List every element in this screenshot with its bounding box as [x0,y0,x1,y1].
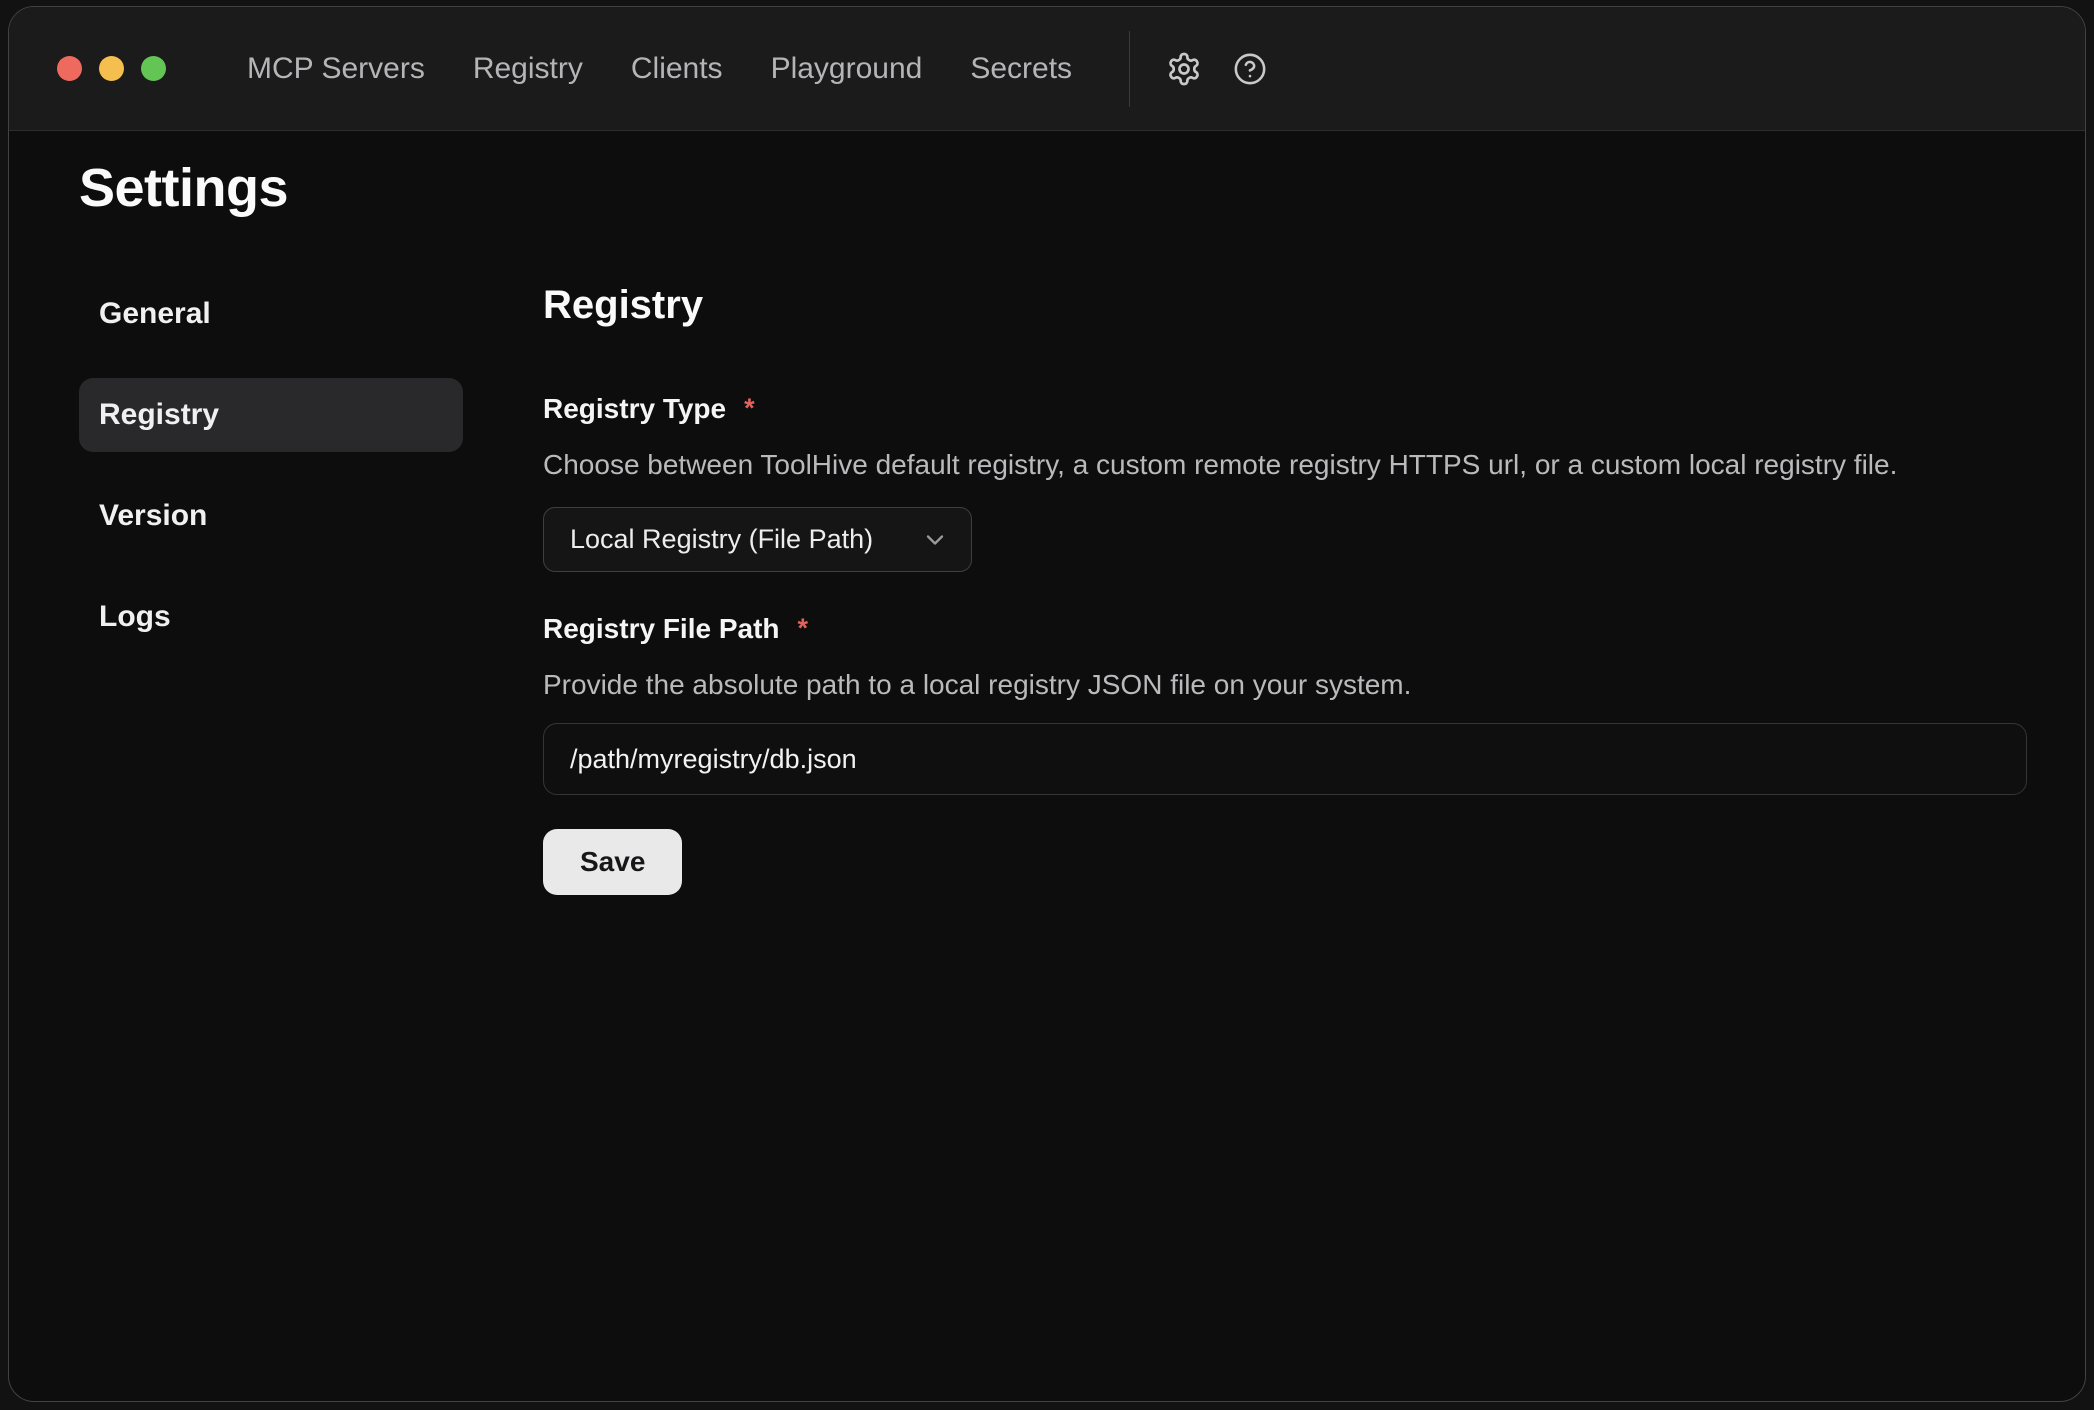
sidebar-item-label: Registry [99,398,219,432]
chevron-down-icon [921,526,949,554]
help-icon[interactable] [1233,52,1267,86]
sidebar-item-version[interactable]: Version [79,479,463,553]
registry-type-select[interactable]: Local Registry (File Path) [543,507,972,572]
top-nav: MCP Servers Registry Clients Playground … [247,54,1072,84]
required-asterisk: * [798,612,809,644]
window-controls [57,56,166,81]
registry-file-path-description: Provide the absolute path to a local reg… [543,668,2027,702]
gear-icon[interactable] [1166,51,1202,87]
registry-type-description: Choose between ToolHive default registry… [543,448,2027,482]
settings-sidebar: General Registry Version Logs [79,277,463,681]
minimize-window-button[interactable] [99,56,124,81]
sidebar-item-logs[interactable]: Logs [79,580,463,654]
settings-page: Settings General Registry Version Logs R… [9,131,2085,1401]
app-window: MCP Servers Registry Clients Playground … [8,6,2086,1402]
sidebar-item-label: Logs [99,600,171,634]
registry-settings-panel: Registry Registry Type * Choose between … [543,277,2027,895]
sidebar-item-label: General [99,297,211,331]
nav-item-clients[interactable]: Clients [631,54,723,84]
sidebar-item-label: Version [99,499,207,533]
nav-item-registry[interactable]: Registry [473,54,583,84]
zoom-window-button[interactable] [141,56,166,81]
registry-type-selected-value: Local Registry (File Path) [570,524,873,555]
title-bar: MCP Servers Registry Clients Playground … [9,7,2085,131]
registry-file-path-input[interactable] [543,723,2027,795]
close-window-button[interactable] [57,56,82,81]
section-heading: Registry [543,283,2027,328]
sidebar-item-registry[interactable]: Registry [79,378,463,452]
nav-item-secrets[interactable]: Secrets [970,54,1072,84]
registry-type-label: Registry Type * [543,392,2027,426]
page-title: Settings [79,157,2027,219]
sidebar-item-general[interactable]: General [79,277,463,351]
required-asterisk: * [744,392,755,424]
registry-file-path-label: Registry File Path * [543,612,2027,646]
nav-item-mcp-servers[interactable]: MCP Servers [247,54,425,84]
titlebar-divider [1129,31,1130,107]
nav-item-playground[interactable]: Playground [771,54,923,84]
save-button[interactable]: Save [543,829,682,895]
